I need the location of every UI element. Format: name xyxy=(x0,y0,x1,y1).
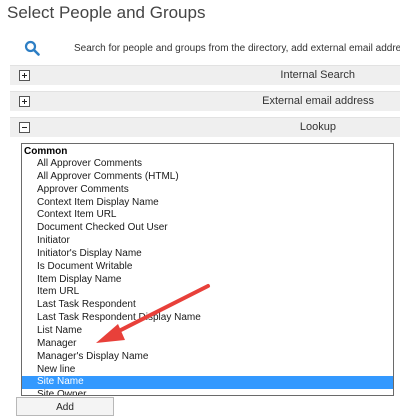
list-item[interactable]: Item URL xyxy=(22,286,393,299)
list-item[interactable]: Is Document Writable xyxy=(22,261,393,274)
dialog-title: Select People and Groups xyxy=(7,3,206,22)
section-external-email[interactable]: External email address xyxy=(10,91,400,111)
list-item[interactable]: Context Item Display Name xyxy=(22,197,393,210)
section-label: External email address xyxy=(262,95,374,107)
list-item[interactable]: Item Display Name xyxy=(22,274,393,287)
list-item[interactable]: Initiator's Display Name xyxy=(22,248,393,261)
list-item[interactable]: All Approver Comments xyxy=(22,158,393,171)
list-item[interactable]: Manager xyxy=(22,338,393,351)
list-item[interactable]: Context Item URL xyxy=(22,209,393,222)
list-item[interactable]: All Approver Comments (HTML) xyxy=(22,171,393,184)
lookup-listbox[interactable]: Common All Approver Comments All Approver… xyxy=(21,143,394,396)
list-item[interactable]: Site Owner xyxy=(22,389,393,395)
list-item[interactable]: Site Name xyxy=(22,376,393,390)
list-item[interactable]: Last Task Respondent xyxy=(22,299,393,312)
section-internal-search[interactable]: Internal Search xyxy=(10,65,400,85)
list-item[interactable]: Document Checked Out User xyxy=(22,222,393,235)
section-lookup[interactable]: Lookup xyxy=(10,117,400,137)
search-hint-text: Search for people and groups from the di… xyxy=(74,43,400,54)
list-item[interactable]: Approver Comments xyxy=(22,184,393,197)
add-button[interactable]: Add xyxy=(16,397,114,416)
list-item[interactable]: New line xyxy=(22,364,393,377)
list-item[interactable]: Initiator xyxy=(22,235,393,248)
list-item[interactable]: List Name xyxy=(22,325,393,338)
section-label: Lookup xyxy=(299,121,336,133)
section-label: Internal Search xyxy=(280,69,355,81)
group-header: Common xyxy=(24,146,68,157)
list-item[interactable]: Manager's Display Name xyxy=(22,351,393,364)
list-item[interactable]: Last Task Respondent Display Name xyxy=(22,312,393,325)
search-icon[interactable] xyxy=(24,40,40,56)
lookup-items: All Approver Comments All Approver Commen… xyxy=(22,158,393,395)
